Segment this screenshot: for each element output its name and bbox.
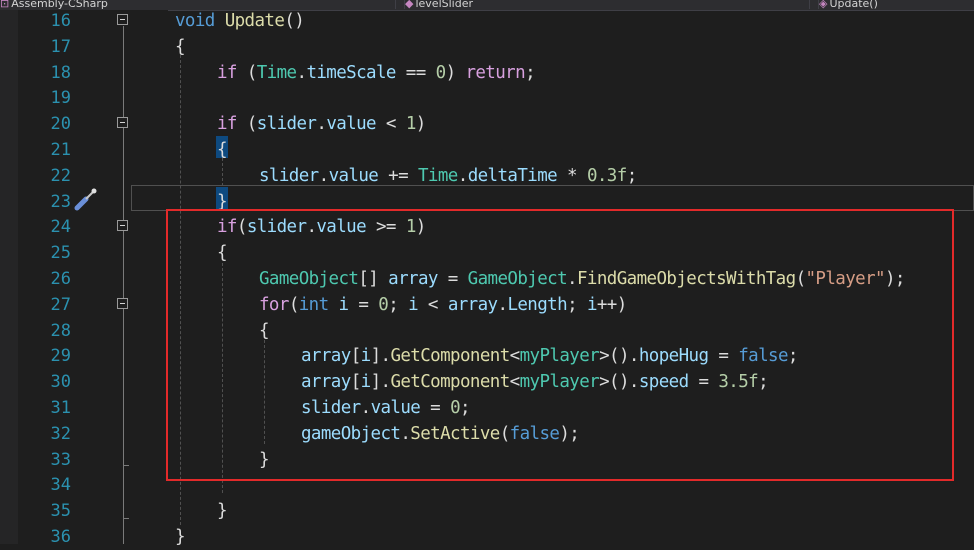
line-number: 34 [50,475,71,496]
code-token: if [217,62,237,83]
code-text[interactable]: } [217,498,228,524]
line-number: 35 [50,501,71,522]
line-number: 19 [50,88,71,109]
code-text[interactable]: slider.value += Time.deltaTime * 0.3f; [259,163,637,189]
code-token: deltaTime [467,165,558,186]
line-number: 36 [50,527,71,547]
code-token: ) [445,62,466,83]
code-line[interactable]: 18 if (Time.timeScale == 0) return; [0,60,974,86]
line-number: 23 [50,191,71,212]
line-number: 26 [50,269,71,289]
code-token: ; [525,62,536,83]
code-token: slider [256,114,317,135]
code-token: if [217,114,237,135]
code-token: Time [256,62,297,83]
code-token: timeScale [306,62,396,83]
line-number: 33 [50,449,71,470]
code-text[interactable]: { [217,137,228,163]
code-token: } [175,527,186,547]
code-token: 0 [435,62,447,83]
quick-action-screwdriver-icon[interactable] [73,186,99,212]
code-token: } [217,501,228,522]
line-number: 18 [50,62,71,83]
line-number: 29 [50,346,71,367]
code-line[interactable]: 36} [0,524,974,550]
line-number: 24 [50,217,71,238]
code-line[interactable]: 21 { [0,137,974,163]
line-number: 27 [50,294,71,315]
code-token: . [316,114,327,135]
code-token: slider [259,165,319,186]
code-token: . [296,62,308,83]
code-token: ( [236,62,258,83]
code-line[interactable]: 35} [0,498,974,524]
line-number: 30 [50,372,71,393]
code-line[interactable]: 16 void Update() [0,8,974,34]
code-token: * [557,165,587,186]
code-token: ) [415,114,427,135]
collapse-toggle-icon[interactable] [117,14,128,25]
line-number: 28 [50,320,71,341]
line-number: 31 [50,398,71,418]
code-token: 1 [405,114,417,135]
code-token: < [376,114,406,135]
code-token: += [378,165,418,186]
collapse-toggle-icon[interactable] [117,220,128,232]
code-token: == [395,62,436,83]
code-text[interactable]: if (Time.timeScale == 0) return; [217,60,536,86]
code-text[interactable]: if (slider.value < 1) [217,111,426,137]
annotation-highlight-box [166,209,954,481]
code-token: value [326,114,376,135]
code-token: 0.3f [586,165,627,186]
code-token: Time [418,165,458,186]
code-token: { [175,36,186,57]
code-text[interactable]: } [175,524,186,550]
code-token: value [328,165,379,186]
code-token: ( [236,114,258,135]
line-number: 25 [50,243,71,264]
line-number: 32 [50,423,71,444]
code-token: . [318,165,330,186]
line-number: 20 [50,114,71,135]
line-number: 16 [50,11,71,31]
code-token: void [175,11,215,31]
code-text[interactable]: void Update() [175,8,305,34]
code-line[interactable]: 19 [0,85,974,111]
code-token: () [284,11,305,31]
code-token: Update [224,11,285,31]
code-line[interactable]: 20 if (slider.value < 1) [0,111,974,137]
code-token: . [457,165,469,186]
collapse-toggle-icon[interactable] [117,117,128,129]
line-number: 21 [50,140,71,160]
code-token: ; [626,165,638,186]
code-token: { [217,140,228,160]
code-line[interactable]: 22 slider.value += Time.deltaTime * 0.3f; [0,163,974,189]
code-line[interactable]: 17 { [0,34,974,60]
code-token: return [465,62,526,83]
line-number: 22 [50,165,71,186]
code-editor[interactable]: ⊡ Assembly-CSharp ◆ levelSlider ◈ Update() … [0,0,974,547]
code-text[interactable]: { [175,34,186,60]
collapse-toggle-icon[interactable] [117,297,128,309]
line-number: 17 [50,36,71,57]
